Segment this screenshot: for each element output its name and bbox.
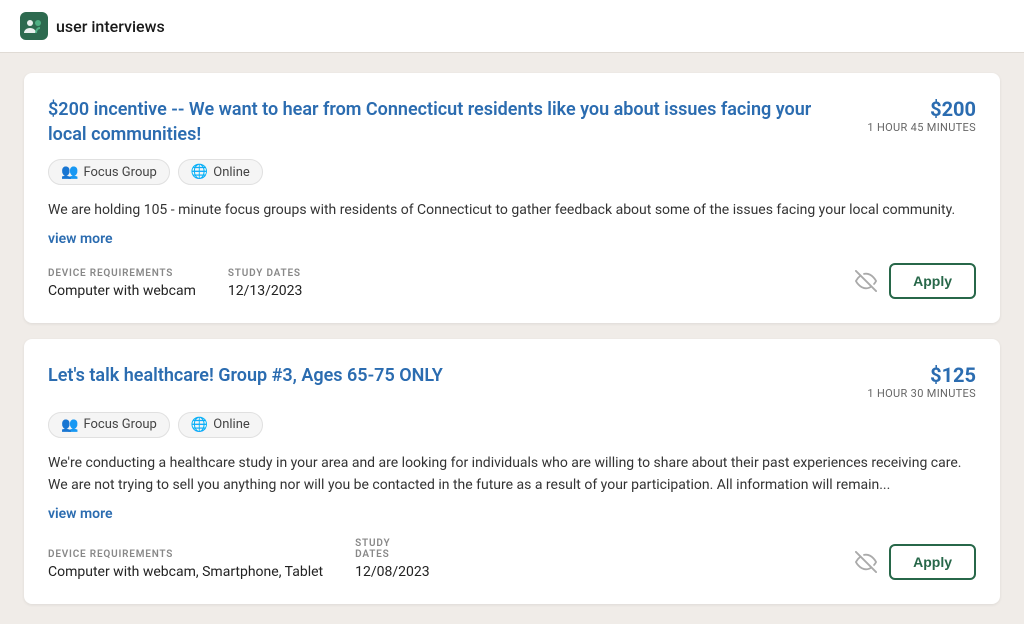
site-header: user interviews — [0, 0, 1024, 53]
card-2-device-value: Computer with webcam, Smartphone, Tablet — [48, 564, 323, 580]
card-2-dates-label: STUDYDATES — [355, 538, 430, 560]
card-1-view-more[interactable]: view more — [48, 231, 113, 247]
card-2-duration: 1 HOUR 30 MINUTES — [867, 387, 976, 400]
card-2-header: Let's talk healthcare! Group #3, Ages 65… — [48, 363, 976, 400]
card-1-duration: 1 HOUR 45 MINUTES — [867, 121, 976, 134]
study-card-1: $200 incentive -- We want to hear from C… — [24, 73, 1000, 323]
card-1-description: We are holding 105 - minute focus groups… — [48, 199, 976, 221]
card-1-device-value: Computer with webcam — [48, 283, 196, 299]
hide-icon-1[interactable] — [855, 270, 877, 292]
card-1-device-label: DEVICE REQUIREMENTS — [48, 268, 196, 279]
card-2-price-block: $125 1 HOUR 30 MINUTES — [867, 363, 976, 400]
tag-online-label-1: Online — [213, 165, 250, 180]
tag-focus-group-1: 👥 Focus Group — [48, 159, 170, 185]
card-1-dates-label: STUDY DATES — [228, 268, 303, 279]
card-2-dates-field: STUDYDATES 12/08/2023 — [355, 538, 430, 580]
logo-icon — [20, 12, 48, 40]
card-2-tags: 👥 Focus Group 🌐 Online — [48, 412, 976, 438]
apply-button-1[interactable]: Apply — [889, 263, 976, 299]
card-1-actions: Apply — [855, 263, 976, 299]
apply-button-2[interactable]: Apply — [889, 544, 976, 580]
tag-focus-group-2: 👥 Focus Group — [48, 412, 170, 438]
card-1-price: $200 — [867, 97, 976, 121]
online-icon-1: 🌐 — [191, 164, 208, 180]
card-1-title: $200 incentive -- We want to hear from C… — [48, 97, 847, 147]
online-icon-2: 🌐 — [191, 417, 208, 433]
card-1-footer: DEVICE REQUIREMENTS Computer with webcam… — [48, 263, 976, 299]
card-2-actions: Apply — [855, 544, 976, 580]
main-content: $200 incentive -- We want to hear from C… — [0, 53, 1024, 624]
focus-group-icon-2: 👥 — [61, 417, 78, 433]
study-card-2: Let's talk healthcare! Group #3, Ages 65… — [24, 339, 1000, 604]
card-2-dates-value: 12/08/2023 — [355, 564, 430, 580]
logo: user interviews — [20, 12, 165, 40]
card-1-device-field: DEVICE REQUIREMENTS Computer with webcam — [48, 268, 196, 299]
card-2-device-field: DEVICE REQUIREMENTS Computer with webcam… — [48, 549, 323, 580]
tag-focus-group-label-1: Focus Group — [83, 165, 156, 180]
card-2-description: We're conducting a healthcare study in y… — [48, 452, 976, 497]
card-1-price-block: $200 1 HOUR 45 MINUTES — [867, 97, 976, 134]
tag-online-1: 🌐 Online — [178, 159, 263, 185]
card-2-view-more[interactable]: view more — [48, 506, 113, 522]
card-2-footer: DEVICE REQUIREMENTS Computer with webcam… — [48, 538, 976, 580]
card-1-dates-field: STUDY DATES 12/13/2023 — [228, 268, 303, 299]
card-2-title: Let's talk healthcare! Group #3, Ages 65… — [48, 363, 847, 388]
card-1-dates-value: 12/13/2023 — [228, 283, 303, 299]
tag-online-label-2: Online — [213, 417, 250, 432]
logo-text: user interviews — [56, 17, 165, 36]
card-2-price: $125 — [867, 363, 976, 387]
focus-group-icon-1: 👥 — [61, 164, 78, 180]
card-1-tags: 👥 Focus Group 🌐 Online — [48, 159, 976, 185]
card-2-device-label: DEVICE REQUIREMENTS — [48, 549, 323, 560]
hide-icon-2[interactable] — [855, 551, 877, 573]
tag-online-2: 🌐 Online — [178, 412, 263, 438]
card-1-header: $200 incentive -- We want to hear from C… — [48, 97, 976, 147]
tag-focus-group-label-2: Focus Group — [83, 417, 156, 432]
